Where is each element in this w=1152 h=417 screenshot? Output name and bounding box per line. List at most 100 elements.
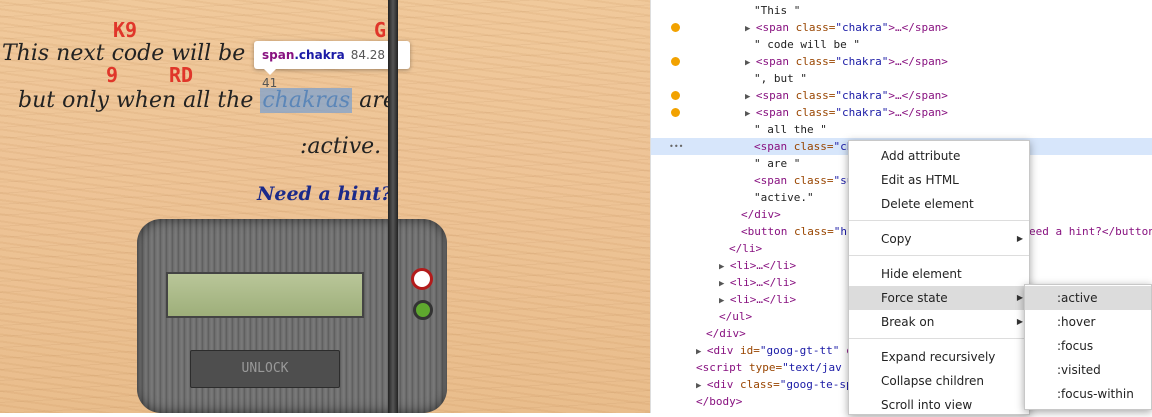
expand-triangle-icon[interactable]: ▶ <box>719 296 730 306</box>
red-tag-k9: K9 <box>113 18 138 42</box>
expand-triangle-icon[interactable]: ▶ <box>719 279 730 289</box>
tooltip-class: .chakra <box>294 48 345 62</box>
tag-name: <div <box>706 378 740 391</box>
need-hint-button[interactable]: Need a hint? <box>257 183 392 205</box>
attr-value: "chakra" <box>835 106 889 119</box>
expand-triangle-icon[interactable]: ▶ <box>745 58 756 68</box>
element-inspector-tooltip: span.chakra 84.28 × 41 <box>254 41 410 90</box>
red-tag-9: 9 <box>106 63 119 87</box>
attr-name: class= <box>795 89 836 102</box>
menu-separator <box>849 255 1029 256</box>
attr-name: class= <box>795 106 836 119</box>
tag-rest: >…</span> <box>888 55 948 68</box>
menu-item-collapse-children[interactable]: Collapse children <box>849 369 1029 393</box>
dom-tree-line[interactable]: ▶ <span class="chakra">…</span> <box>651 53 1152 70</box>
attr-value: "chakra" <box>835 89 889 102</box>
menu-item-force-state[interactable]: Force state ▶ <box>849 286 1029 310</box>
tag-close: </div> <box>741 208 781 221</box>
attr-name: class= <box>795 55 836 68</box>
dom-tree-line[interactable]: ▶ <span class="chakra">…</span> <box>651 87 1152 104</box>
menu-separator <box>849 338 1029 339</box>
menu-item-label: Hide element <box>881 267 962 281</box>
expand-triangle-icon[interactable]: ▶ <box>745 92 756 102</box>
attr-value: "text/jav <box>782 361 842 374</box>
tag-rest: >…</span> <box>888 106 948 119</box>
menu-item-copy[interactable]: Copy ▶ <box>849 227 1029 251</box>
riddle-line-3: :active. <box>300 134 382 159</box>
submenu-item-label: :focus <box>1057 339 1094 353</box>
force-state-focus-within[interactable]: :focus-within <box>1025 382 1151 406</box>
tag-name: <div <box>706 344 740 357</box>
tag-name: <button <box>741 225 794 238</box>
tag-close: <li>…</li> <box>729 276 797 289</box>
tag-close: <li>…</li> <box>729 259 797 272</box>
lock-display <box>166 272 364 318</box>
force-state-visited[interactable]: :visited <box>1025 358 1151 382</box>
attr-value: "chakra" <box>835 55 889 68</box>
dom-tree-line[interactable]: " code will be " <box>651 36 1152 53</box>
attr-name: class= <box>739 378 780 391</box>
menu-item-add-attribute[interactable]: Add attribute <box>849 144 1029 168</box>
text-node: "This " <box>754 4 801 17</box>
force-state-hover[interactable]: :hover <box>1025 310 1151 334</box>
tooltip-tag: span <box>262 48 295 62</box>
dom-tree-line[interactable]: " all the " <box>651 121 1152 138</box>
menu-separator <box>849 220 1029 221</box>
menu-item-label: Expand recursively <box>881 350 996 364</box>
submenu-arrow-icon: ▶ <box>1016 234 1023 243</box>
force-state-focus[interactable]: :focus <box>1025 334 1151 358</box>
tag-close: </div> <box>706 327 746 340</box>
tag-name: <span <box>754 174 794 187</box>
menu-item-expand-recursively[interactable]: Expand recursively <box>849 345 1029 369</box>
attr-name: class= <box>793 174 834 187</box>
tag-close: </ul> <box>719 310 753 323</box>
expand-triangle-icon[interactable]: ▶ <box>719 262 730 272</box>
expand-triangle-icon[interactable]: ▶ <box>745 109 756 119</box>
warning-dot-icon <box>671 57 680 66</box>
riddle-line-2: but only when all the chakras are <box>18 88 396 113</box>
dom-tree-line[interactable]: "This " <box>651 2 1152 19</box>
tag-name: <span <box>755 55 796 68</box>
tag-rest: eed a hint?</button> <box>1029 225 1152 238</box>
red-tag-g: G <box>374 18 387 42</box>
submenu-item-label: :active <box>1057 291 1098 305</box>
menu-item-edit-as-html[interactable]: Edit as HTML <box>849 168 1029 192</box>
menu-item-break-on[interactable]: Break on ▶ <box>849 310 1029 334</box>
unlock-button[interactable]: UNLOCK <box>190 350 340 388</box>
menu-item-hide-element[interactable]: Hide element <box>849 262 1029 286</box>
attr-name: class= <box>793 225 834 238</box>
riddle-line-1: This next code will be <box>2 41 246 66</box>
attr-value: "h <box>833 225 847 238</box>
expand-triangle-icon[interactable]: ▶ <box>745 24 756 34</box>
menu-item-scroll-into-view[interactable]: Scroll into view <box>849 393 1029 417</box>
red-tag-rd: RD <box>169 63 194 87</box>
dom-tree-line[interactable]: ▶ <span class="chakra">…</span> <box>651 19 1152 36</box>
tag-name: <script <box>696 361 749 374</box>
attr-name: class= <box>795 21 836 34</box>
vertical-pole <box>388 0 398 413</box>
menu-item-label: Scroll into view <box>881 398 973 412</box>
attr-value: "chakra" <box>835 21 889 34</box>
submenu-arrow-icon: ▶ <box>1016 317 1023 326</box>
text-node: "active." <box>754 191 814 204</box>
attr-name: class= <box>793 140 834 153</box>
menu-item-label: Collapse children <box>881 374 984 388</box>
menu-item-label: Delete element <box>881 197 974 211</box>
attr-value: "goog-te-sp <box>779 378 853 391</box>
menu-item-delete-element[interactable]: Delete element <box>849 192 1029 216</box>
riddle-line-2a: but only when all the <box>18 88 254 113</box>
menu-item-label: Add attribute <box>881 149 961 163</box>
tag-name: <span <box>755 106 796 119</box>
tag-name: <span <box>755 21 796 34</box>
attr-name: id= <box>739 344 760 357</box>
expand-triangle-icon[interactable]: ▶ <box>696 347 707 357</box>
force-state-submenu: :active :hover :focus :visited:focus-within <box>1024 284 1152 410</box>
dom-tree-line[interactable]: ", but " <box>651 70 1152 87</box>
dom-tree-line[interactable]: ▶ <span class="chakra">…</span> <box>651 104 1152 121</box>
force-state-active[interactable]: :active <box>1025 286 1151 310</box>
expand-triangle-icon[interactable]: ▶ <box>696 381 707 391</box>
menu-item-label: Force state <box>881 291 948 305</box>
tag-name: <span <box>755 89 796 102</box>
text-node: " code will be " <box>754 38 860 51</box>
more-icon[interactable]: ••• <box>669 138 683 155</box>
